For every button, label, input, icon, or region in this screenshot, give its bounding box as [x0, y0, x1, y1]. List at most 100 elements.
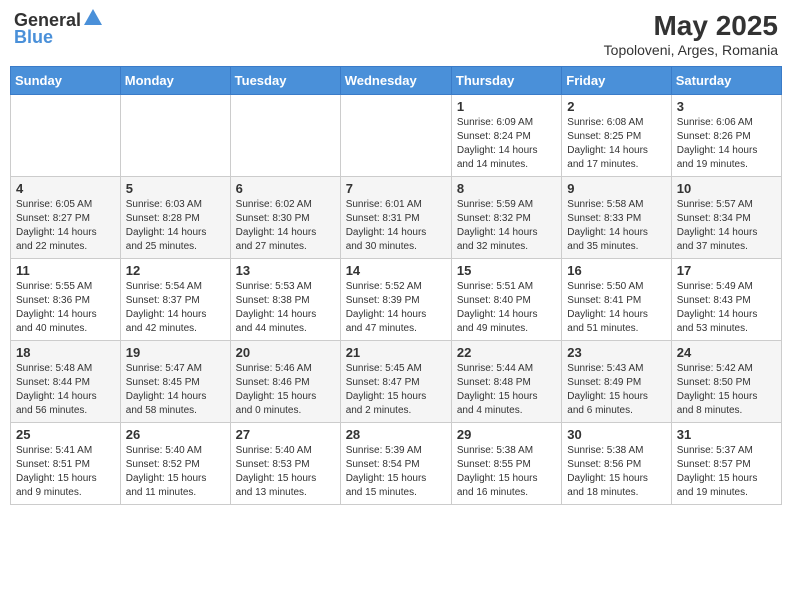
day-number: 7	[346, 181, 446, 196]
day-info: Sunrise: 5:51 AM Sunset: 8:40 PM Dayligh…	[457, 280, 556, 336]
day-info: Sunrise: 5:39 AM Sunset: 8:54 PM Dayligh…	[346, 444, 446, 500]
day-info: Sunrise: 5:53 AM Sunset: 8:38 PM Dayligh…	[236, 280, 335, 336]
day-number: 29	[457, 427, 556, 442]
day-number: 18	[16, 345, 115, 360]
day-of-week-header: Friday	[562, 67, 671, 95]
calendar-cell: 1 Sunrise: 6:09 AM Sunset: 8:24 PM Daylig…	[451, 95, 561, 177]
day-number: 21	[346, 345, 446, 360]
day-number: 24	[677, 345, 776, 360]
day-info: Sunrise: 6:09 AM Sunset: 8:24 PM Dayligh…	[457, 116, 556, 172]
calendar-cell: 16 Sunrise: 5:50 AM Sunset: 8:41 PM Dayli…	[562, 259, 671, 341]
day-number: 16	[567, 263, 665, 278]
day-info: Sunrise: 5:57 AM Sunset: 8:34 PM Dayligh…	[677, 198, 776, 254]
day-info: Sunrise: 6:03 AM Sunset: 8:28 PM Dayligh…	[126, 198, 225, 254]
day-number: 9	[567, 181, 665, 196]
calendar-cell: 14Sunrise: 5:52 AM Sunset: 8:39 PM Dayli…	[340, 259, 451, 341]
day-info: Sunrise: 5:45 AM Sunset: 8:47 PM Dayligh…	[346, 362, 446, 418]
day-number: 19	[126, 345, 225, 360]
calendar-cell: 24 Sunrise: 5:42 AM Sunset: 8:50 PM Dayli…	[671, 341, 781, 423]
day-info: Sunrise: 5:38 AM Sunset: 8:55 PM Dayligh…	[457, 444, 556, 500]
calendar-week-row: 18 Sunrise: 5:48 AM Sunset: 8:44 PM Dayli…	[11, 341, 782, 423]
calendar-cell: 28 Sunrise: 5:39 AM Sunset: 8:54 PM Dayli…	[340, 423, 451, 505]
calendar-cell: 2 Sunrise: 6:08 AM Sunset: 8:25 PM Daylig…	[562, 95, 671, 177]
header: General Blue May 2025 Topoloveni, Arges,…	[10, 10, 782, 58]
day-info: Sunrise: 5:41 AM Sunset: 8:51 PM Dayligh…	[16, 444, 115, 500]
calendar-cell: 22 Sunrise: 5:44 AM Sunset: 8:48 PM Dayli…	[451, 341, 561, 423]
day-number: 6	[236, 181, 335, 196]
calendar-week-row: 11 Sunrise: 5:55 AM Sunset: 8:36 PM Dayli…	[11, 259, 782, 341]
day-info: Sunrise: 5:48 AM Sunset: 8:44 PM Dayligh…	[16, 362, 115, 418]
calendar-cell	[120, 95, 230, 177]
calendar-cell: 12 Sunrise: 5:54 AM Sunset: 8:37 PM Dayli…	[120, 259, 230, 341]
logo: General Blue	[14, 10, 102, 48]
day-info: Sunrise: 5:42 AM Sunset: 8:50 PM Dayligh…	[677, 362, 776, 418]
day-number: 23	[567, 345, 665, 360]
day-info: Sunrise: 5:40 AM Sunset: 8:53 PM Dayligh…	[236, 444, 335, 500]
calendar-cell: 17Sunrise: 5:49 AM Sunset: 8:43 PM Dayli…	[671, 259, 781, 341]
calendar-cell: 10 Sunrise: 5:57 AM Sunset: 8:34 PM Dayli…	[671, 177, 781, 259]
day-info: Sunrise: 5:43 AM Sunset: 8:49 PM Dayligh…	[567, 362, 665, 418]
month-year-title: May 2025	[604, 10, 778, 42]
day-of-week-header: Monday	[120, 67, 230, 95]
calendar-cell: 7 Sunrise: 6:01 AM Sunset: 8:31 PM Daylig…	[340, 177, 451, 259]
day-info: Sunrise: 5:58 AM Sunset: 8:33 PM Dayligh…	[567, 198, 665, 254]
calendar-cell	[230, 95, 340, 177]
day-number: 25	[16, 427, 115, 442]
calendar-table: SundayMondayTuesdayWednesdayThursdayFrid…	[10, 66, 782, 505]
day-number: 22	[457, 345, 556, 360]
calendar-cell: 30 Sunrise: 5:38 AM Sunset: 8:56 PM Dayli…	[562, 423, 671, 505]
day-info: Sunrise: 5:54 AM Sunset: 8:37 PM Dayligh…	[126, 280, 225, 336]
calendar-cell: 18 Sunrise: 5:48 AM Sunset: 8:44 PM Dayli…	[11, 341, 121, 423]
day-info: Sunrise: 5:49 AM Sunset: 8:43 PM Dayligh…	[677, 280, 776, 336]
day-number: 27	[236, 427, 335, 442]
day-number: 15	[457, 263, 556, 278]
day-number: 1	[457, 99, 556, 114]
calendar-cell: 8Sunrise: 5:59 AM Sunset: 8:32 PM Daylig…	[451, 177, 561, 259]
day-number: 14	[346, 263, 446, 278]
calendar-cell: 29 Sunrise: 5:38 AM Sunset: 8:55 PM Dayli…	[451, 423, 561, 505]
day-info: Sunrise: 5:37 AM Sunset: 8:57 PM Dayligh…	[677, 444, 776, 500]
day-info: Sunrise: 5:55 AM Sunset: 8:36 PM Dayligh…	[16, 280, 115, 336]
day-number: 3	[677, 99, 776, 114]
calendar-cell: 21 Sunrise: 5:45 AM Sunset: 8:47 PM Dayli…	[340, 341, 451, 423]
calendar-cell: 6 Sunrise: 6:02 AM Sunset: 8:30 PM Daylig…	[230, 177, 340, 259]
day-number: 2	[567, 99, 665, 114]
day-number: 10	[677, 181, 776, 196]
calendar-week-row: 4Sunrise: 6:05 AM Sunset: 8:27 PM Daylig…	[11, 177, 782, 259]
calendar-cell: 19Sunrise: 5:47 AM Sunset: 8:45 PM Dayli…	[120, 341, 230, 423]
calendar-cell: 27 Sunrise: 5:40 AM Sunset: 8:53 PM Dayli…	[230, 423, 340, 505]
day-of-week-header: Wednesday	[340, 67, 451, 95]
day-info: Sunrise: 5:38 AM Sunset: 8:56 PM Dayligh…	[567, 444, 665, 500]
calendar-header-row: SundayMondayTuesdayWednesdayThursdayFrid…	[11, 67, 782, 95]
day-info: Sunrise: 5:44 AM Sunset: 8:48 PM Dayligh…	[457, 362, 556, 418]
calendar-cell: 25 Sunrise: 5:41 AM Sunset: 8:51 PM Dayli…	[11, 423, 121, 505]
day-number: 5	[126, 181, 225, 196]
calendar-cell: 20 Sunrise: 5:46 AM Sunset: 8:46 PM Dayli…	[230, 341, 340, 423]
calendar-cell: 31 Sunrise: 5:37 AM Sunset: 8:57 PM Dayli…	[671, 423, 781, 505]
day-info: Sunrise: 5:50 AM Sunset: 8:41 PM Dayligh…	[567, 280, 665, 336]
day-number: 28	[346, 427, 446, 442]
day-info: Sunrise: 6:06 AM Sunset: 8:26 PM Dayligh…	[677, 116, 776, 172]
day-of-week-header: Saturday	[671, 67, 781, 95]
day-info: Sunrise: 5:59 AM Sunset: 8:32 PM Dayligh…	[457, 198, 556, 254]
calendar-week-row: 25 Sunrise: 5:41 AM Sunset: 8:51 PM Dayli…	[11, 423, 782, 505]
calendar-cell: 13Sunrise: 5:53 AM Sunset: 8:38 PM Dayli…	[230, 259, 340, 341]
day-number: 30	[567, 427, 665, 442]
day-info: Sunrise: 5:46 AM Sunset: 8:46 PM Dayligh…	[236, 362, 335, 418]
day-number: 26	[126, 427, 225, 442]
day-number: 31	[677, 427, 776, 442]
day-number: 11	[16, 263, 115, 278]
day-number: 4	[16, 181, 115, 196]
day-of-week-header: Tuesday	[230, 67, 340, 95]
day-info: Sunrise: 6:08 AM Sunset: 8:25 PM Dayligh…	[567, 116, 665, 172]
calendar-cell: 23 Sunrise: 5:43 AM Sunset: 8:49 PM Dayli…	[562, 341, 671, 423]
day-number: 12	[126, 263, 225, 278]
calendar-cell	[340, 95, 451, 177]
day-info: Sunrise: 6:01 AM Sunset: 8:31 PM Dayligh…	[346, 198, 446, 254]
calendar-cell: 3 Sunrise: 6:06 AM Sunset: 8:26 PM Daylig…	[671, 95, 781, 177]
day-number: 20	[236, 345, 335, 360]
day-info: Sunrise: 6:02 AM Sunset: 8:30 PM Dayligh…	[236, 198, 335, 254]
calendar-cell: 4Sunrise: 6:05 AM Sunset: 8:27 PM Daylig…	[11, 177, 121, 259]
logo-blue-text: Blue	[14, 27, 53, 48]
title-area: May 2025 Topoloveni, Arges, Romania	[604, 10, 778, 58]
